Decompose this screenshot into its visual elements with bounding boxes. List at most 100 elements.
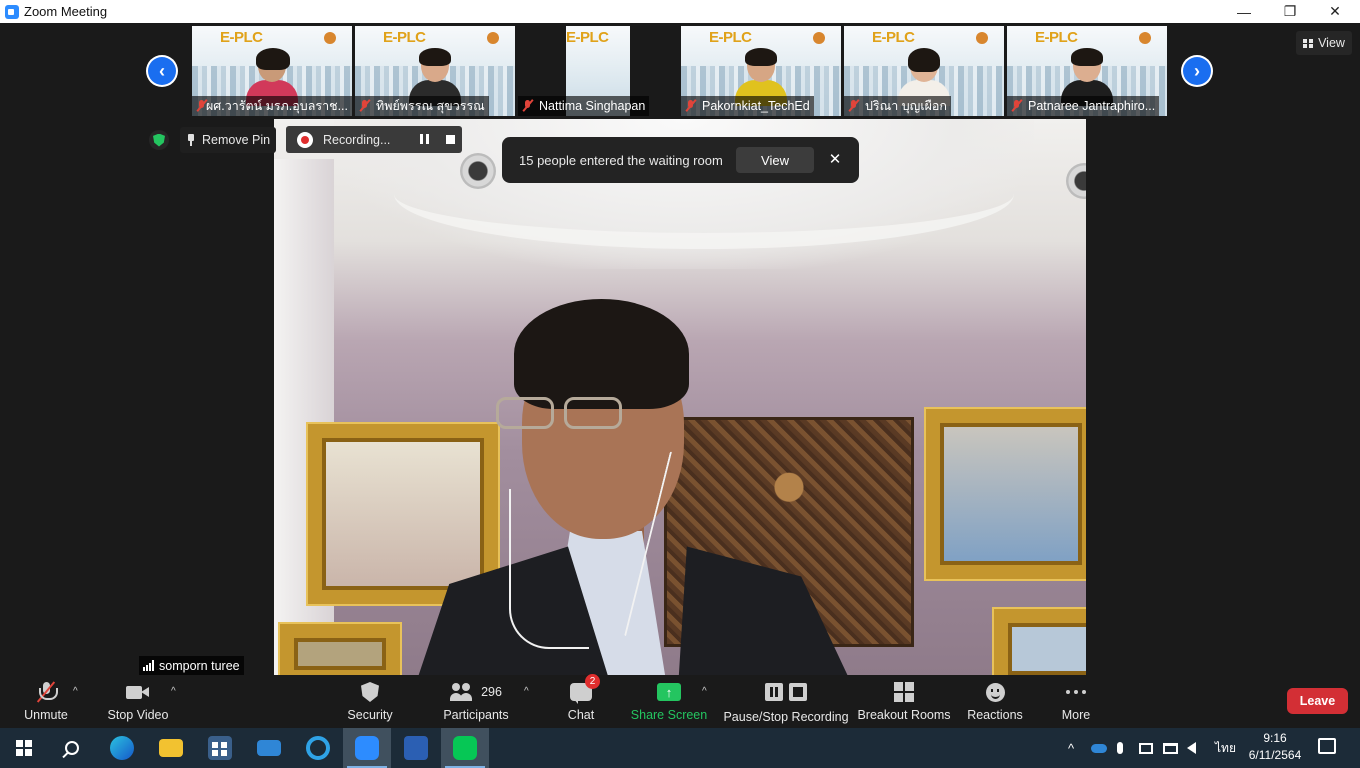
participant-tile[interactable]: E-PLC ผศ.วารัตน์ มรภ.อุบลราช... xyxy=(192,26,352,116)
chat-unread-badge: 2 xyxy=(585,674,600,689)
taskbar-zoom[interactable] xyxy=(343,728,391,768)
mic-muted-icon xyxy=(359,100,371,112)
shield-icon xyxy=(361,682,379,702)
internet-explorer-icon xyxy=(306,736,330,760)
meeting-security-badge[interactable] xyxy=(149,130,169,150)
active-speaker-video[interactable] xyxy=(274,119,1086,675)
clock-date: 6/11/2564 xyxy=(1248,748,1302,762)
stop-video-button[interactable]: Stop Video xyxy=(104,676,172,728)
chat-button[interactable]: 2 Chat xyxy=(562,674,600,728)
share-screen-icon: ↑ xyxy=(657,683,681,701)
notification-center-icon[interactable] xyxy=(1318,738,1336,754)
participant-video xyxy=(1061,48,1113,106)
start-button[interactable] xyxy=(0,728,48,768)
smiley-icon xyxy=(985,682,1005,702)
waiting-room-notification: 15 people entered the waiting room View … xyxy=(502,137,859,183)
breakout-rooms-icon xyxy=(894,682,914,702)
taskbar-line[interactable] xyxy=(441,728,489,768)
ceiling-light xyxy=(460,153,496,189)
participant-tile[interactable]: E-PLC Nattima Singhapan xyxy=(518,26,678,116)
windows-logo-icon xyxy=(16,740,32,756)
waiting-room-message: 15 people entered the waiting room xyxy=(519,152,723,168)
participant-name: ปริณา บุญเผือก xyxy=(844,96,951,116)
maximize-button[interactable]: ❐ xyxy=(1267,0,1313,23)
search-icon xyxy=(65,741,79,755)
unmute-button[interactable]: Unmute xyxy=(16,676,76,728)
taskbar-word[interactable] xyxy=(392,728,440,768)
network-icon[interactable] xyxy=(1163,728,1178,768)
participants-button[interactable]: 296 Participants xyxy=(440,676,512,728)
taskbar-internet-explorer[interactable] xyxy=(294,728,342,768)
zoom-icon xyxy=(355,736,379,760)
volume-icon[interactable] xyxy=(1187,728,1196,768)
tray-overflow-chevron[interactable]: ^ xyxy=(1068,728,1074,768)
view-layout-button[interactable]: View xyxy=(1296,31,1352,55)
portrait-frame xyxy=(926,409,1086,579)
emblem-icon xyxy=(976,32,988,44)
audio-options-caret[interactable]: ^ xyxy=(73,686,78,697)
record-icon xyxy=(297,131,313,148)
edge-browser-icon xyxy=(110,736,134,760)
onedrive-icon[interactable] xyxy=(1091,728,1107,768)
participant-video xyxy=(735,48,787,106)
mic-muted-icon xyxy=(848,100,860,112)
event-logo: E-PLC xyxy=(220,29,263,46)
more-button[interactable]: More xyxy=(1056,676,1096,728)
ceiling-light xyxy=(1066,163,1086,199)
participant-name: Nattima Singhapan xyxy=(518,96,650,116)
taskbar-clock[interactable]: 9:16 6/11/2564 xyxy=(1241,730,1309,766)
leave-meeting-button[interactable]: Leave xyxy=(1287,688,1348,714)
close-window-button[interactable]: ✕ xyxy=(1312,0,1358,23)
taskbar-edge[interactable] xyxy=(98,728,146,768)
taskbar-mail[interactable] xyxy=(245,728,293,768)
participant-tile[interactable]: E-PLC Pakornkiat_TechEd xyxy=(681,26,841,116)
event-logo: E-PLC xyxy=(872,29,915,46)
speaker-name-label: somporn turee xyxy=(139,656,244,675)
video-camera-icon xyxy=(126,684,150,700)
microphone-tray-icon[interactable] xyxy=(1117,728,1123,768)
emblem-icon xyxy=(1139,32,1151,44)
chevron-right-icon: › xyxy=(1183,57,1211,85)
store-icon xyxy=(208,736,232,760)
event-logo: E-PLC xyxy=(709,29,752,46)
event-logo: E-PLC xyxy=(566,29,609,46)
taskbar-file-explorer[interactable] xyxy=(147,728,195,768)
window-title: Zoom Meeting xyxy=(24,4,108,19)
gallery-next-button[interactable]: › xyxy=(1181,55,1213,87)
taskbar-store[interactable] xyxy=(196,728,244,768)
waiting-room-view-button[interactable]: View xyxy=(736,147,814,173)
zoom-meeting-window: Zoom Meeting — ❐ ✕ ‹ › E-PLC ผศ.วารัตน์ … xyxy=(0,0,1360,768)
minimize-button[interactable]: — xyxy=(1221,0,1267,23)
participant-tile[interactable]: E-PLC ปริณา บุญเผือก xyxy=(844,26,1004,116)
remove-pin-button[interactable]: Remove Pin xyxy=(180,127,277,153)
windows-taskbar: ^ ไทย 9:16 6/11/2564 xyxy=(0,728,1360,768)
stop-recording-button[interactable] xyxy=(446,135,455,144)
share-screen-button[interactable]: ↑ Share Screen xyxy=(630,676,708,728)
microphone-muted-icon xyxy=(36,681,58,703)
breakout-rooms-button[interactable]: Breakout Rooms xyxy=(857,676,951,728)
close-icon[interactable]: ✕ xyxy=(828,150,842,170)
participant-tile[interactable]: E-PLC Patnaree Jantraphiro... xyxy=(1007,26,1167,116)
more-dots-icon xyxy=(1066,690,1086,694)
shield-icon xyxy=(153,133,165,147)
participant-video xyxy=(246,48,298,106)
share-options-caret[interactable]: ^ xyxy=(702,686,707,697)
pause-recording-button[interactable] xyxy=(420,134,429,144)
camera-tray-icon[interactable] xyxy=(1139,728,1153,768)
participant-name: ผศ.วารัตน์ มรภ.อุบลราช... xyxy=(192,96,352,116)
participant-name: Pakornkiat_TechEd xyxy=(681,96,814,116)
pause-stop-recording-button[interactable]: Pause/Stop Recording xyxy=(723,676,849,728)
video-options-caret[interactable]: ^ xyxy=(171,686,176,697)
clock-time: 9:16 xyxy=(1263,731,1287,745)
gallery-prev-button[interactable]: ‹ xyxy=(146,55,178,87)
security-button[interactable]: Security xyxy=(340,676,400,728)
event-logo: E-PLC xyxy=(1035,29,1078,46)
recording-indicator: Recording... xyxy=(286,126,462,153)
participant-tile[interactable]: E-PLC ทิพย์พรรณ สุขวรรณ xyxy=(355,26,515,116)
taskbar-search-button[interactable] xyxy=(48,728,96,768)
participant-name: ทิพย์พรรณ สุขวรรณ xyxy=(355,96,489,116)
chevron-left-icon: ‹ xyxy=(148,57,176,85)
input-language-indicator[interactable]: ไทย xyxy=(1215,728,1236,768)
participants-options-caret[interactable]: ^ xyxy=(524,686,529,697)
reactions-button[interactable]: Reactions xyxy=(966,676,1024,728)
